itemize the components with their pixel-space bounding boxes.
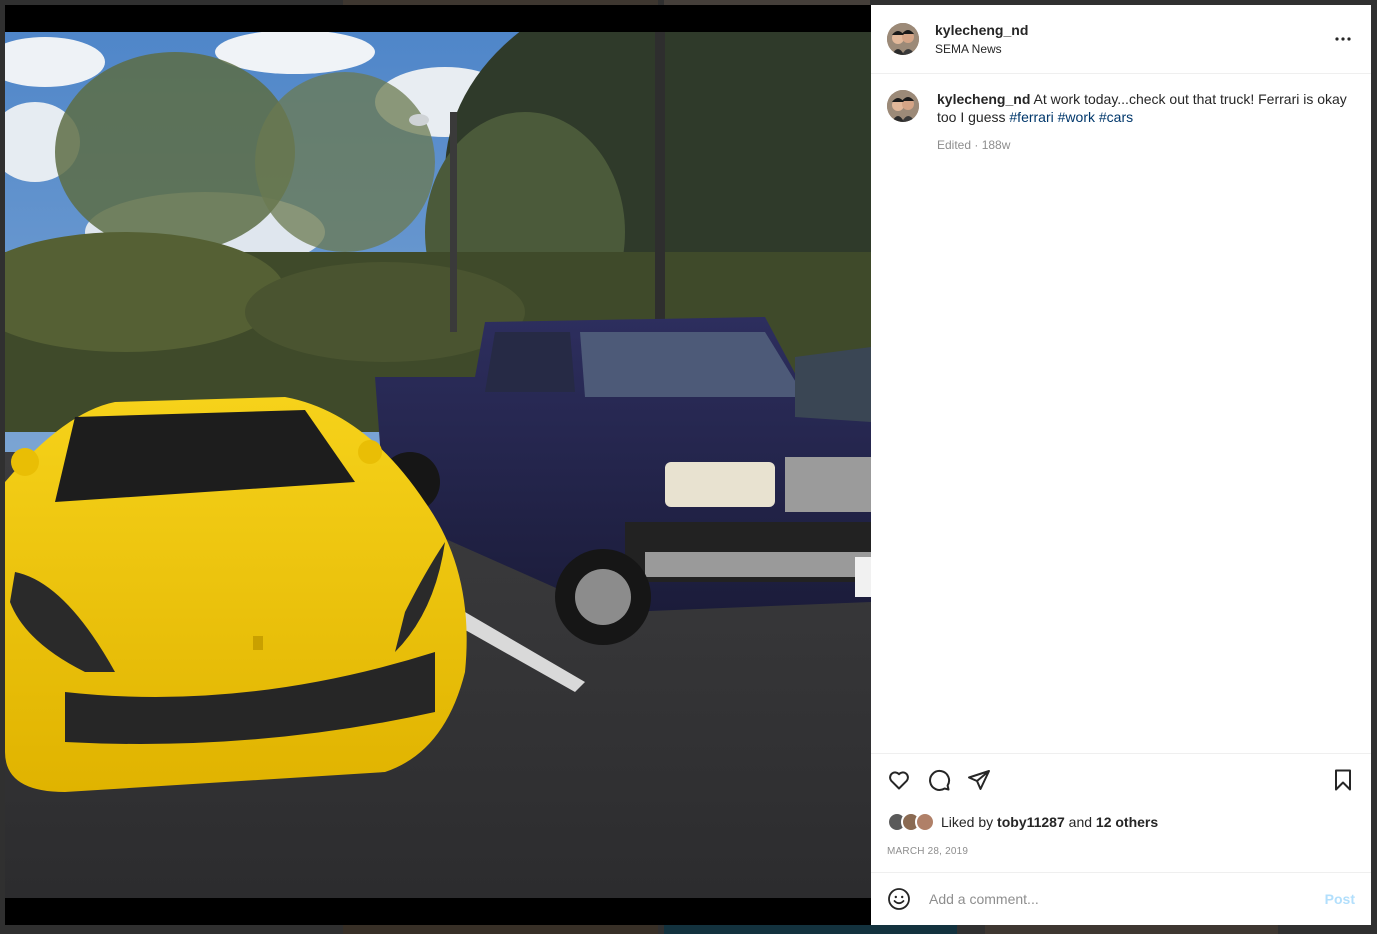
likes-row: Liked by toby11287 and 12 others: [887, 812, 1355, 832]
post-modal: kylecheng_nd SEMA News kylecheng_nd At w…: [5, 5, 1371, 925]
caption: kylecheng_nd At work today...check out t…: [887, 90, 1355, 154]
liker-username[interactable]: toby11287: [997, 814, 1065, 830]
location-link[interactable]: SEMA News: [935, 42, 1028, 56]
header-username[interactable]: kylecheng_nd: [935, 22, 1028, 38]
post-comment-button[interactable]: Post: [1325, 891, 1355, 907]
more-horizontal-icon[interactable]: [1331, 27, 1355, 51]
and-label: and: [1068, 814, 1093, 830]
likes-others[interactable]: 12 others: [1096, 814, 1158, 830]
liker-avatar: [915, 812, 935, 832]
comment-bubble-icon[interactable]: [927, 768, 951, 792]
post-date[interactable]: MARCH 28, 2019: [887, 846, 1355, 857]
bookmark-icon[interactable]: [1331, 768, 1355, 792]
action-bar: [887, 768, 1355, 792]
actions-area: Liked by toby11287 and 12 others MARCH 2…: [871, 753, 1371, 872]
post-header: kylecheng_nd SEMA News: [871, 5, 1371, 74]
post-media: [5, 5, 871, 925]
comments-section: kylecheng_nd At work today...check out t…: [871, 74, 1371, 753]
caption-meta: Edited · 188w: [937, 138, 1011, 152]
caption-username[interactable]: kylecheng_nd: [937, 91, 1030, 107]
comment-input[interactable]: [927, 890, 1325, 908]
caption-avatar[interactable]: [887, 90, 919, 122]
likes-text: Liked by toby11287 and 12 others: [941, 814, 1158, 830]
comment-composer: Post: [871, 872, 1371, 925]
post-photo[interactable]: [5, 32, 871, 898]
hashtag-cars[interactable]: #cars: [1099, 109, 1133, 125]
caption-text-block: kylecheng_nd At work today...check out t…: [937, 90, 1355, 126]
smiley-icon[interactable]: [887, 887, 911, 911]
hashtag-work[interactable]: #work: [1058, 109, 1095, 125]
user-avatar[interactable]: [887, 23, 919, 55]
heart-icon[interactable]: [887, 768, 911, 792]
liked-by-label: Liked by: [941, 814, 994, 830]
post-sidebar: kylecheng_nd SEMA News kylecheng_nd At w…: [871, 5, 1371, 925]
edited-label: Edited: [937, 138, 972, 152]
hashtag-ferrari[interactable]: #ferrari: [1009, 109, 1053, 125]
paper-plane-icon[interactable]: [967, 768, 991, 792]
post-age[interactable]: 188w: [982, 138, 1011, 152]
